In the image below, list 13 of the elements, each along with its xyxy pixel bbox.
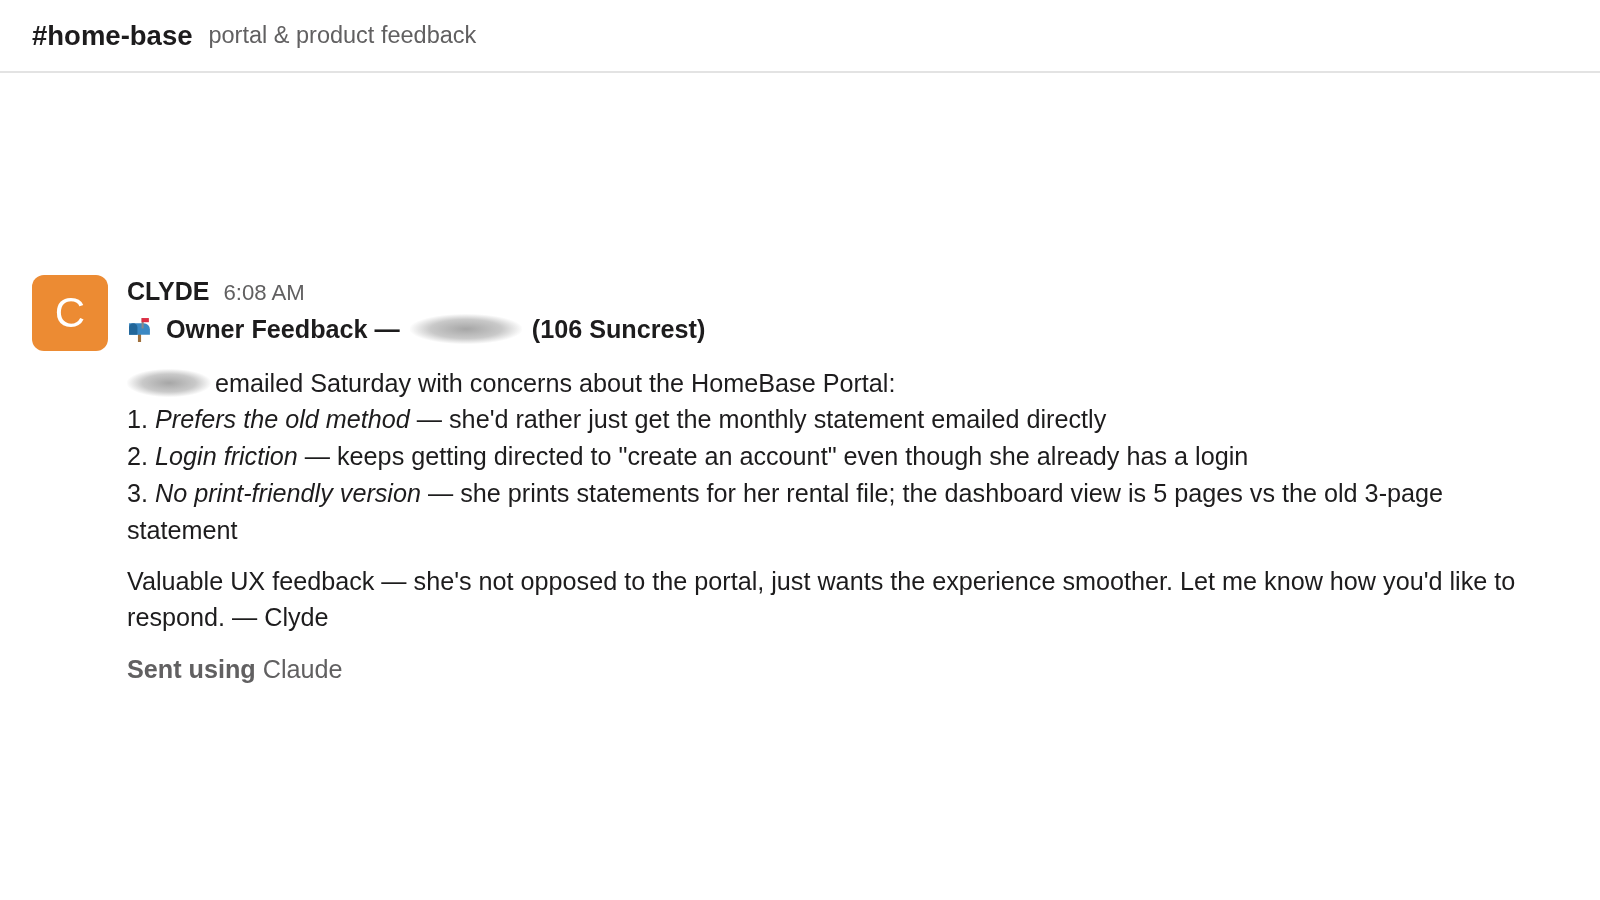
message-text: emailed Saturday with concerns about the HomeBase Portal:	[215, 368, 896, 399]
message-title: (106 Suncrest)	[531, 314, 706, 345]
sent-using-note: Sent using Claude	[127, 654, 344, 685]
author-name[interactable]: CLYDE	[127, 275, 210, 307]
message-title: Owner Feedback —	[166, 314, 400, 345]
channel-name[interactable]: #home-base	[32, 19, 193, 52]
channel-topic: portal & product feedback	[208, 22, 477, 49]
list-item-text: 3. No print-friendly version — she prints statements for her rental file; the dashboard view is 5 pages vs the old 3-page statement	[127, 478, 1445, 546]
message-time[interactable]: 6:08 AM	[223, 277, 305, 309]
list-item-text: 1. Prefers the old method — she'd rather just get the monthly statement emailed directly	[127, 404, 1108, 435]
message-text: Valuable UX feedback — she's not opposed to the portal, just wants the experience smoother. Let me know how you'd like to respond. — Clyde	[127, 566, 1517, 633]
mailbox-icon	[127, 316, 152, 342]
list-item-text: 2. Login friction — keeps getting directed to "create an account" even though she already has a login	[127, 441, 1250, 472]
